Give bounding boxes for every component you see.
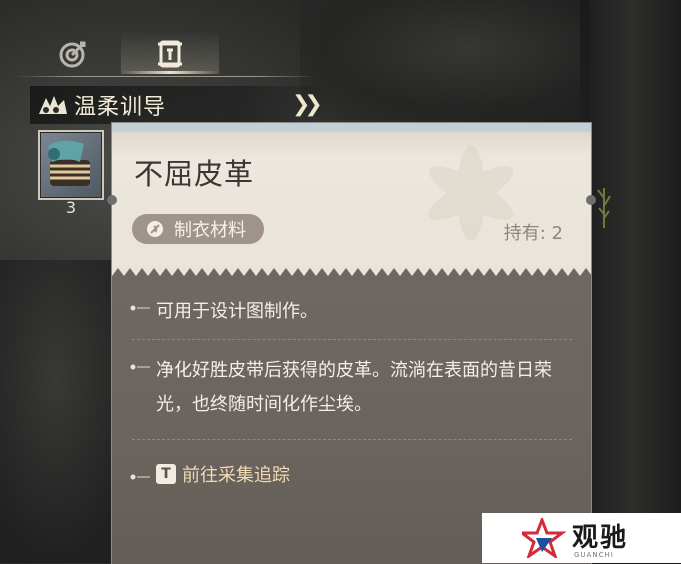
bullet-icon — [130, 364, 150, 370]
item-count: 3 — [65, 198, 77, 217]
tab-divider — [15, 76, 315, 77]
panel-stud — [107, 195, 117, 205]
divider — [132, 439, 572, 440]
item-lore: 净化好胜皮带后获得的皮革。流淌在表面的昔日荣光，也终随时间化作尘埃。 — [156, 360, 552, 415]
panel-stud — [586, 195, 596, 205]
track-gathering-label: 前往采集追踪 — [182, 465, 290, 486]
tab-target[interactable] — [48, 34, 98, 74]
divider — [132, 339, 572, 340]
key-hint-badge: T — [156, 464, 176, 484]
item-detail-panel: 不屈皮革 制衣材料 持有: 2 可用于设计图制作。 净化好胜皮带后获得的皮革。流… — [107, 122, 596, 564]
owned-count: 持有: 2 — [503, 223, 563, 244]
grass-plant — [597, 188, 611, 228]
target-icon — [59, 41, 86, 68]
item-type-label: 制衣材料 — [174, 220, 246, 241]
category-label: 温柔训导 — [74, 95, 167, 120]
item-type-badge: 制衣材料 — [132, 214, 264, 244]
flower-ornament — [428, 145, 514, 241]
tab-scroll[interactable] — [121, 30, 219, 74]
item-slot[interactable] — [38, 130, 104, 200]
background-cliff — [590, 0, 681, 563]
bullet-icon — [130, 305, 150, 311]
watermark-subtext: GUANCHI — [574, 551, 614, 559]
paw-icon — [36, 92, 70, 118]
star-logo-icon — [522, 518, 567, 558]
bullet-icon — [130, 474, 150, 480]
item-description: 可用于设计图制作。 — [156, 301, 318, 322]
watermark-text: 观驰 — [572, 523, 629, 553]
panel-header: 不屈皮革 制衣材料 持有: 2 — [112, 123, 591, 278]
category-bar[interactable]: 温柔训导 ❯❯ — [30, 86, 330, 124]
track-gathering-button[interactable]: T 前往采集追踪 — [156, 461, 290, 487]
background-rock — [300, 0, 580, 120]
item-name: 不屈皮革 — [134, 157, 255, 191]
leather-roll-icon — [48, 140, 90, 186]
needle-thread-icon — [144, 218, 166, 240]
scroll-icon — [158, 40, 182, 68]
double-chevron-right-icon[interactable]: ❯❯ — [292, 92, 323, 117]
watermark: 观驰 GUANCHI — [482, 513, 681, 563]
